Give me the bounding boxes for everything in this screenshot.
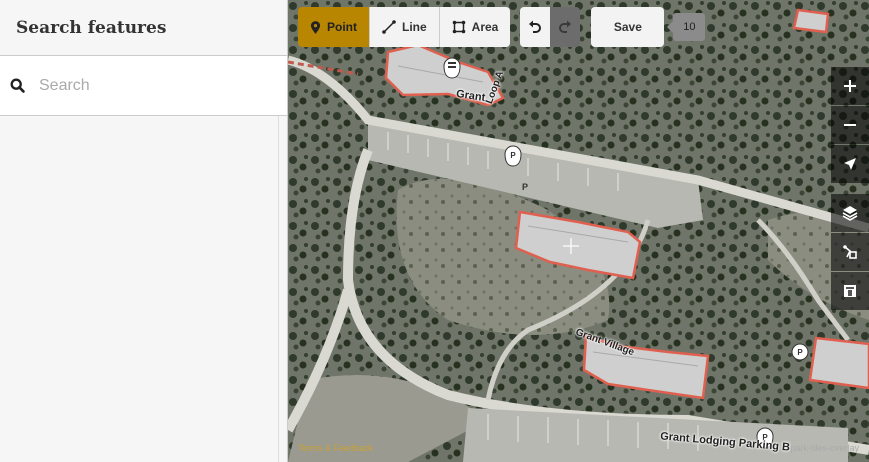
zoom-in-icon: [844, 80, 856, 92]
map-marker-icon: [310, 20, 321, 34]
search-input[interactable]: [37, 75, 261, 96]
poi-pin-parking-right[interactable]: P: [791, 343, 809, 361]
save-button[interactable]: Save: [591, 7, 665, 47]
sidebar-title: Search features: [16, 17, 167, 38]
terms-feedback-link[interactable]: Terms & Feedback: [298, 443, 373, 453]
line-icon: [382, 20, 396, 34]
top-toolbar: Point Line Area Save 10: [298, 7, 706, 47]
geolocate-button[interactable]: [831, 145, 869, 183]
search-bar: [0, 56, 287, 116]
undo-redo-group: [520, 7, 581, 47]
add-point-label: Point: [327, 20, 357, 34]
geolocate-icon: [844, 158, 856, 170]
zoom-out-icon: [844, 124, 856, 126]
add-area-label: Area: [471, 20, 499, 34]
svg-text:P: P: [510, 151, 516, 160]
issues-icon: [844, 285, 856, 297]
save-count-badge: 10: [667, 13, 706, 41]
draw-mode-group: Point Line Area: [298, 7, 511, 47]
map-data-button[interactable]: [831, 233, 869, 271]
background-layers-button[interactable]: [831, 194, 869, 232]
add-line-button[interactable]: Line: [370, 7, 440, 47]
poi-pin-parking[interactable]: P: [504, 145, 522, 167]
sidebar-header: Search features: [0, 0, 287, 56]
map-data-icon: [843, 245, 857, 259]
redo-icon: [559, 20, 572, 33]
add-line-label: Line: [402, 20, 427, 34]
map-controls: [831, 67, 869, 311]
add-area-button[interactable]: Area: [439, 7, 511, 47]
add-point-button[interactable]: Point: [298, 7, 370, 47]
zoom-in-button[interactable]: [831, 67, 869, 105]
svg-text:P: P: [797, 348, 803, 357]
layers-icon: [842, 206, 858, 221]
aerial-imagery: P P P P: [288, 0, 869, 462]
search-icon: [10, 78, 25, 93]
poi-pin-info[interactable]: [443, 57, 461, 79]
issues-button[interactable]: [831, 272, 869, 310]
undo-icon: [529, 20, 542, 33]
redo-button[interactable]: [550, 7, 581, 47]
sidebar: Search features: [0, 0, 288, 462]
map-canvas[interactable]: P P P P Grant Loop A Grant Village Grant…: [288, 0, 869, 462]
zoom-out-button[interactable]: [831, 106, 869, 144]
parking-lot-marker: P: [522, 182, 528, 192]
imagery-attribution: park-tiles-overlay: [790, 443, 859, 453]
area-icon: [452, 20, 465, 34]
undo-button[interactable]: [520, 7, 551, 47]
sidebar-resizer[interactable]: [278, 116, 279, 462]
